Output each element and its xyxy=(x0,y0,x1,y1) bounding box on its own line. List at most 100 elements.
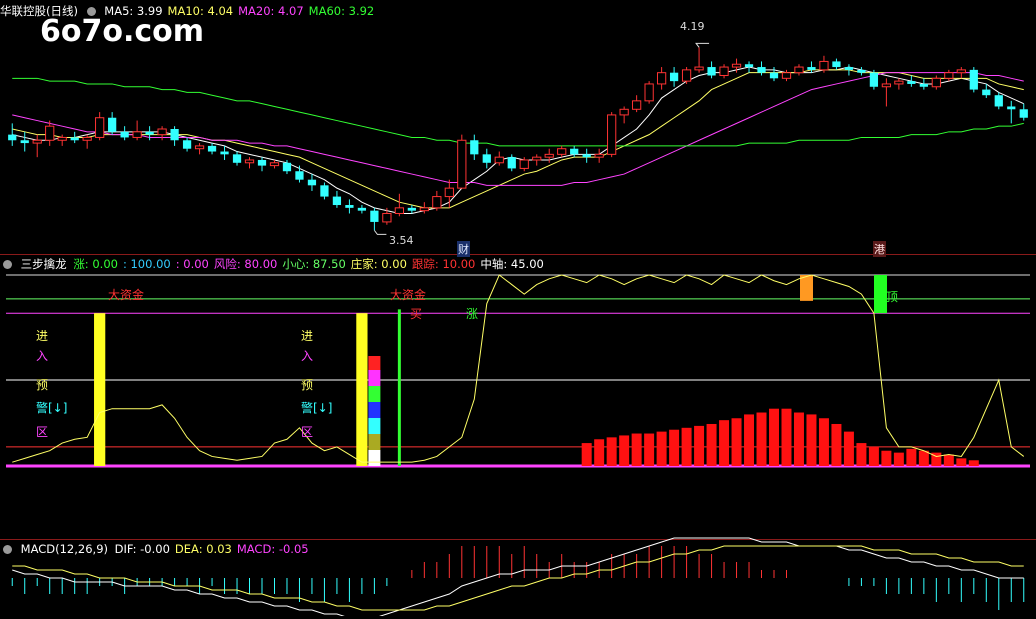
candle-body xyxy=(656,72,667,85)
candle-body xyxy=(108,117,117,132)
indicator-panel-header: 三步擒龙 涨: 0.00: 100.00: 0.00 风险: 80.00 小心: 8… xyxy=(0,256,554,272)
candle-body xyxy=(482,154,491,163)
tracking-bar xyxy=(943,454,954,466)
candle-body xyxy=(694,66,704,71)
tracking-bar xyxy=(581,443,592,466)
candle-body xyxy=(557,148,567,155)
candle-body xyxy=(519,159,529,169)
candle-body xyxy=(544,153,554,158)
tracking-bar xyxy=(669,429,680,466)
chart-canvas xyxy=(0,42,1036,619)
candle-body xyxy=(307,179,317,186)
zone-char: 进 xyxy=(301,329,314,343)
candle-body xyxy=(95,117,105,138)
candle-body xyxy=(919,83,928,87)
zone-char: 区 xyxy=(301,425,314,439)
indicator-legend-item: 涨: 0.00 xyxy=(73,257,118,271)
candle-body xyxy=(232,154,242,163)
candle-body xyxy=(220,151,229,155)
ma-legend-item: MA20: 4.07 xyxy=(238,4,304,18)
candle-body xyxy=(807,67,816,70)
candle-body xyxy=(45,125,55,141)
panel-menu-icon[interactable] xyxy=(3,545,12,554)
tracking-bar xyxy=(818,418,829,466)
candle-body xyxy=(731,63,742,68)
tracking-bar xyxy=(868,446,879,466)
candle-body xyxy=(619,108,629,116)
tracking-bar xyxy=(656,431,667,466)
zone-char: 进 xyxy=(36,329,49,343)
buy-signal-block xyxy=(368,434,381,450)
candle-body xyxy=(320,185,329,197)
watermark-logo: 6o7o.com xyxy=(40,14,205,49)
zone-char: 区 xyxy=(36,425,49,439)
tracking-bar xyxy=(806,414,817,466)
candle-body xyxy=(382,212,392,223)
finance-marker[interactable]: 财 xyxy=(457,241,470,257)
candle-body xyxy=(470,140,479,155)
indicator-legend-item: 风险: 80.00 xyxy=(213,257,278,271)
hk-connect-marker[interactable]: 港 xyxy=(873,241,886,257)
tracking-bar xyxy=(781,408,792,466)
candle-body xyxy=(832,61,841,68)
candle-body xyxy=(894,80,904,85)
candle-body xyxy=(844,67,854,70)
zone-char: 入 xyxy=(301,349,314,363)
buy-signal-block xyxy=(368,386,381,402)
tracking-bar xyxy=(893,452,904,466)
candle-body xyxy=(532,156,542,161)
zone-char: 警[↓] xyxy=(36,401,68,415)
zone-char: 预 xyxy=(301,378,314,392)
indicator-title: 三步擒龙 xyxy=(20,257,67,271)
tracking-bar xyxy=(918,450,929,466)
tracking-bar xyxy=(606,437,617,466)
candle-body xyxy=(1007,106,1016,110)
candle-body xyxy=(681,69,692,82)
tracking-bar xyxy=(793,412,804,466)
candle-body xyxy=(669,72,679,82)
candle-body xyxy=(194,145,205,150)
buy-label: 买 xyxy=(410,307,423,321)
candle-body xyxy=(869,72,879,87)
ma-legend-item: MA60: 3.92 xyxy=(308,4,375,18)
tracking-bar xyxy=(881,450,892,466)
indicator-curve xyxy=(12,274,1025,463)
macd-legend-item: MACD: -0.05 xyxy=(236,542,309,556)
zone-char: 警[↓] xyxy=(301,401,333,415)
tracking-bar xyxy=(968,460,979,466)
candle-body xyxy=(594,153,604,158)
candle-body xyxy=(907,81,916,84)
tracking-bar xyxy=(843,431,854,466)
candle-body xyxy=(170,129,179,141)
candle-body xyxy=(781,72,792,79)
zone-char: 入 xyxy=(36,349,49,363)
candle-body xyxy=(457,139,467,189)
macd-legend: DIF: -0.00 DEA: 0.03 MACD: -0.05 xyxy=(115,542,314,556)
buy-signal-block xyxy=(368,370,381,386)
candle-body xyxy=(769,72,779,79)
candle-body xyxy=(257,159,267,166)
rise-label: 涨 xyxy=(466,307,479,321)
candle-body xyxy=(207,145,217,152)
chart-window: 华联控股(日线) MA5: 3.99 MA10: 4.04 MA20: 4.07 MA… xyxy=(0,0,1036,619)
candle-body xyxy=(644,83,654,102)
candle-body xyxy=(1019,109,1028,118)
candle-body xyxy=(444,187,454,198)
candle-body xyxy=(182,140,192,149)
candle-body xyxy=(332,196,342,206)
candle-body xyxy=(132,131,142,138)
candle-body xyxy=(956,69,966,74)
candle-body xyxy=(120,131,129,138)
candle-body xyxy=(819,60,829,71)
tracking-bar xyxy=(731,418,742,466)
candle-body xyxy=(881,83,892,88)
candle-body xyxy=(32,139,42,144)
tracking-bar xyxy=(956,458,967,466)
buy-signal-block xyxy=(368,356,381,370)
candle-body xyxy=(857,69,866,73)
candle-body xyxy=(969,69,978,90)
panel-separator xyxy=(0,539,1036,540)
panel-menu-icon[interactable] xyxy=(3,260,12,269)
tracking-bar xyxy=(681,427,692,466)
indicator-legend-item: 小心: 87.50 xyxy=(282,257,346,271)
